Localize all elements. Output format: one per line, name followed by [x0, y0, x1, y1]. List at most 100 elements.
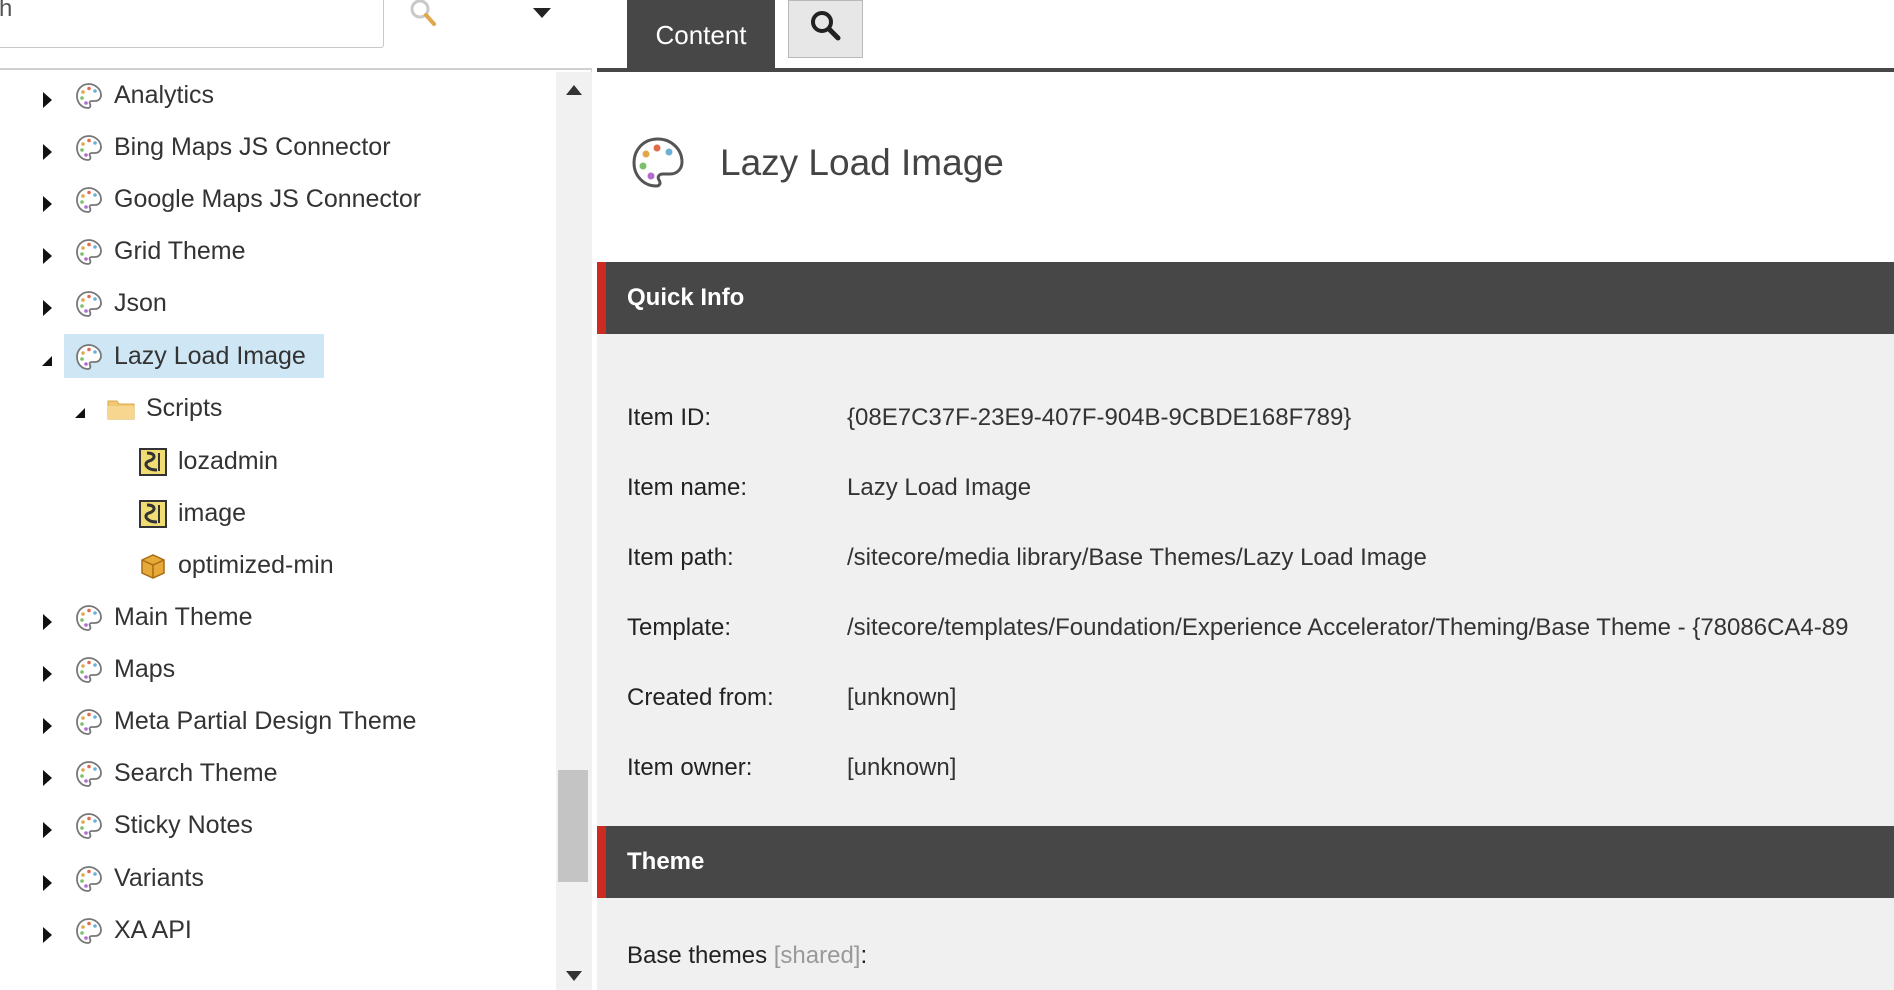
- palette-icon: [74, 237, 104, 267]
- package-icon: [138, 551, 168, 581]
- quick-info-field: Item ID: {08E7C37F-23E9-407F-904B-9CBDE16…: [627, 404, 1894, 436]
- scroll-thumb[interactable]: [558, 770, 588, 882]
- tree-item-label: Main Theme: [114, 603, 253, 631]
- expand-arrow-icon[interactable]: [40, 765, 54, 787]
- field-value: [unknown]: [847, 684, 957, 711]
- collapse-arrow-icon[interactable]: [40, 348, 54, 366]
- quick-info-field: Template: /sitecore/templates/Foundation/…: [627, 614, 1894, 646]
- item-header: Lazy Load Image: [597, 76, 1894, 262]
- content-tree-pane: h Analytics Bing Maps JS Connector Google …: [0, 0, 592, 990]
- editor-tabbar: Content: [597, 0, 1894, 72]
- tree-item[interactable]: XA API: [0, 909, 556, 953]
- tree-item[interactable]: Meta Partial Design Theme: [0, 700, 556, 744]
- quick-info-title: Quick Info: [627, 284, 745, 311]
- tree-item-label: Maps: [114, 655, 176, 684]
- tree-item[interactable]: Analytics: [0, 74, 556, 118]
- content-tree: Analytics Bing Maps JS Connector Google Ma…: [0, 72, 556, 990]
- quick-info-section-header[interactable]: Quick Info: [597, 262, 1894, 334]
- item-title: Lazy Load Image: [720, 142, 1004, 183]
- palette-icon: [74, 133, 104, 163]
- expand-arrow-icon[interactable]: [40, 139, 54, 161]
- tree-item[interactable]: Lazy Load Image: [0, 333, 556, 379]
- palette-icon: [74, 811, 104, 841]
- tree-item-label: optimized-min: [178, 550, 334, 579]
- tree-scrollbar[interactable]: [556, 72, 592, 990]
- tree-item[interactable]: Bing Maps JS Connector: [0, 126, 556, 170]
- palette-icon: [74, 864, 104, 894]
- palette-icon: [74, 916, 104, 946]
- tree-item[interactable]: Variants: [0, 857, 556, 901]
- collapse-arrow-icon[interactable]: [73, 400, 87, 418]
- palette-icon: [74, 707, 104, 737]
- tree-item[interactable]: optimized-min: [0, 544, 556, 588]
- tree-item-label: Grid Theme: [114, 237, 246, 266]
- tree-item-label: Variants: [114, 863, 204, 892]
- palette-icon: [74, 603, 104, 633]
- expand-arrow-icon[interactable]: [40, 922, 54, 943]
- tree-item[interactable]: Grid Theme: [0, 230, 556, 274]
- chevron-down-icon[interactable]: [531, 6, 553, 20]
- field-value: Lazy Load Image: [847, 474, 1032, 501]
- scroll-down-arrow-icon[interactable]: [565, 970, 583, 982]
- quick-info-field: Item path: /sitecore/media library/Base T…: [627, 544, 1894, 576]
- palette-icon: [74, 655, 104, 685]
- tree-item-label: lozadmin: [178, 446, 279, 475]
- theme-section-header[interactable]: Theme: [597, 826, 1894, 898]
- tree-item[interactable]: Maps: [0, 648, 556, 692]
- quick-info-field: Item name: Lazy Load Image: [627, 474, 1894, 506]
- field-label: Item path:: [627, 544, 734, 571]
- expand-arrow-icon[interactable]: [40, 243, 54, 265]
- field-label: Item ID:: [627, 404, 712, 431]
- tree-item-label: Sticky Notes: [114, 811, 253, 840]
- expand-arrow-icon[interactable]: [40, 295, 54, 317]
- search-input[interactable]: h: [0, 0, 384, 48]
- scroll-up-arrow-icon[interactable]: [565, 84, 583, 96]
- tree-item[interactable]: Sticky Notes: [0, 804, 556, 848]
- section-accent-bar: [597, 826, 606, 898]
- expand-arrow-icon[interactable]: [40, 817, 54, 839]
- tree-item[interactable]: image: [0, 492, 556, 536]
- field-value: /sitecore/templates/Foundation/Experienc…: [847, 614, 1849, 641]
- tree-item-label: Analytics: [114, 81, 215, 109]
- palette-icon: [74, 185, 104, 215]
- tree-item[interactable]: Main Theme: [0, 596, 556, 640]
- tree-item[interactable]: Google Maps JS Connector: [0, 178, 556, 222]
- script-file-icon: [138, 499, 168, 529]
- tree-item-label: Bing Maps JS Connector: [114, 133, 391, 162]
- field-label: Item name:: [627, 474, 748, 501]
- tab-content-label: Content: [655, 19, 747, 50]
- quick-info-field: Item owner: [unknown]: [627, 754, 1894, 786]
- expand-arrow-icon[interactable]: [40, 870, 54, 891]
- quick-info-field: Created from: [unknown]: [627, 684, 1894, 716]
- expand-arrow-icon[interactable]: [40, 661, 54, 683]
- script-file-icon: [138, 447, 168, 477]
- field-label: Template:: [627, 614, 732, 641]
- palette-icon: [632, 137, 684, 188]
- tree-item-label: Search Theme: [114, 759, 278, 788]
- expand-arrow-icon[interactable]: [40, 191, 54, 213]
- palette-icon: [74, 81, 104, 111]
- tab-search[interactable]: [788, 0, 863, 58]
- expand-arrow-icon[interactable]: [40, 87, 54, 108]
- palette-icon: [74, 759, 104, 789]
- field-value: /sitecore/media library/Base Themes/Lazy…: [847, 544, 1427, 571]
- tree-item[interactable]: Search Theme: [0, 752, 556, 796]
- tree-item-label: Google Maps JS Connector: [114, 185, 422, 214]
- tree-item-label: Scripts: [146, 393, 223, 422]
- content-editor-pane: Content Lazy Load Image Quick Info Item …: [597, 0, 1894, 990]
- theme-body: Base themes [shared]:: [597, 898, 1894, 990]
- field-value: {08E7C37F-23E9-407F-904B-9CBDE168F789}: [847, 404, 1352, 431]
- palette-icon: [74, 289, 104, 319]
- theme-title: Theme: [627, 848, 705, 875]
- expand-arrow-icon[interactable]: [40, 609, 54, 630]
- tree-item[interactable]: Scripts: [0, 387, 556, 431]
- field-value: [unknown]: [847, 754, 957, 781]
- search-icon[interactable]: [408, 0, 440, 30]
- tab-content[interactable]: Content: [627, 0, 775, 70]
- tree-item[interactable]: Json: [0, 282, 556, 326]
- tree-item[interactable]: lozadmin: [0, 440, 556, 484]
- quick-info-body: Item ID: {08E7C37F-23E9-407F-904B-9CBDE16…: [597, 334, 1894, 826]
- expand-arrow-icon[interactable]: [40, 713, 54, 735]
- tree-item-label: Lazy Load Image: [114, 341, 306, 370]
- section-accent-bar: [597, 262, 606, 334]
